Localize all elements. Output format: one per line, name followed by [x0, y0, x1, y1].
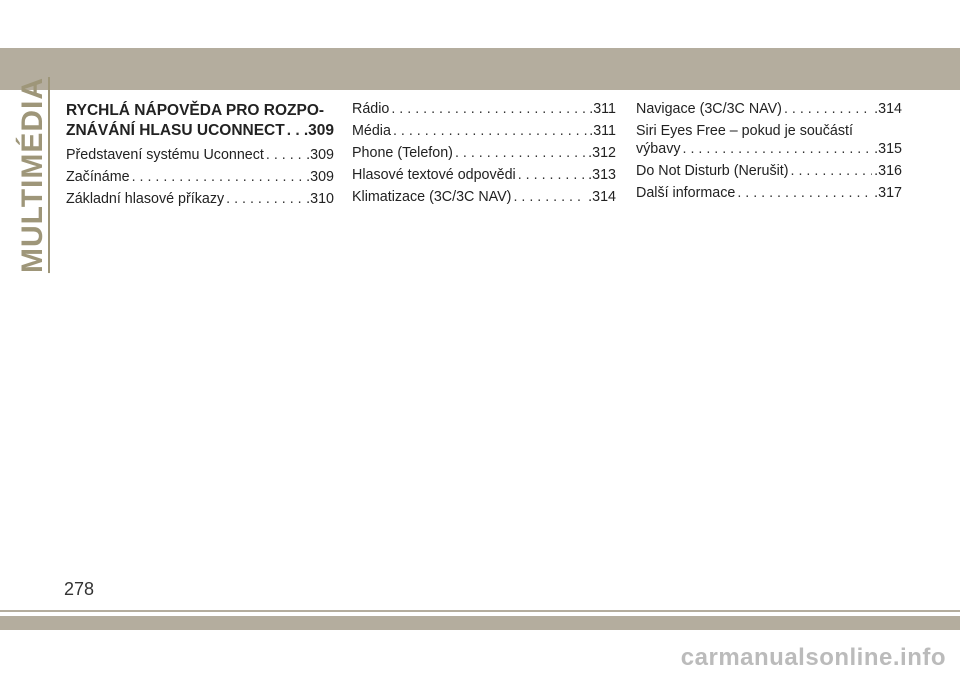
toc-heading[interactable]: RYCHLÁ NÁPOVĚDA PRO ROZPO- ZNÁVÁNÍ HLASU… — [66, 101, 334, 141]
toc-entry-page: .311 — [589, 123, 616, 139]
toc-entry[interactable]: Média .311 — [352, 122, 616, 140]
leader-dots — [513, 188, 586, 206]
toc-entry-label-line1: Siri Eyes Free – pokud je součástí — [636, 123, 853, 139]
toc-entry-page: .315 — [874, 141, 902, 157]
toc-entry-label: Rádio — [352, 101, 390, 117]
leader-dots — [266, 146, 304, 164]
toc-entry-page: .317 — [874, 185, 902, 201]
toc-entry-page: .312 — [588, 145, 616, 161]
toc-entry-page: .310 — [306, 191, 334, 207]
toc-heading-line2-row: ZNÁVÁNÍ HLASU UCONNECT .309 — [66, 121, 334, 141]
toc-entry-page: .314 — [588, 189, 616, 205]
toc-entry[interactable]: Rádio .311 — [352, 100, 616, 118]
leader-dots — [737, 184, 872, 202]
section-side-title: MULTIMÉDIA — [16, 76, 52, 274]
toc-entry-label: Základní hlasové příkazy — [66, 191, 225, 207]
toc-entry[interactable]: Další informace .317 — [636, 184, 902, 202]
leader-dots — [391, 100, 587, 118]
toc-entry-label: Do Not Disturb (Nerušit) — [636, 163, 789, 179]
toc-entry[interactable]: Představení systému Uconnect .309 — [66, 146, 334, 164]
toc-entry-line2-row: výbavy .315 — [636, 140, 902, 158]
toc-entry-page: .309 — [306, 169, 334, 185]
toc-column-3: Navigace (3C/3C NAV) .314 Siri Eyes Free… — [636, 100, 902, 206]
leader-dots — [791, 162, 873, 180]
page-number: 278 — [64, 579, 95, 599]
leader-dots — [132, 168, 305, 186]
side-title-text: MULTIMÉDIA — [16, 76, 50, 274]
toc-entry-label: Phone (Telefon) — [352, 145, 453, 161]
toc-entry-label: Média — [352, 123, 391, 139]
toc-entry-page: .311 — [589, 101, 616, 117]
toc-entry[interactable]: Siri Eyes Free – pokud je součástí výbav… — [636, 122, 902, 158]
top-band — [0, 48, 960, 90]
toc-entry-label: Navigace (3C/3C NAV) — [636, 101, 782, 117]
leader-dots — [226, 190, 304, 208]
leader-dots — [683, 140, 873, 158]
toc-entry[interactable]: Začínáme .309 — [66, 168, 334, 186]
bottom-band — [0, 616, 960, 630]
toc-entry-label: Další informace — [636, 185, 736, 201]
toc-entry-label: Hlasové textové odpovědi — [352, 167, 516, 183]
toc-entry[interactable]: Základní hlasové příkazy .310 — [66, 190, 334, 208]
toc-entry[interactable]: Navigace (3C/3C NAV) .314 — [636, 100, 902, 118]
toc-heading-line1: RYCHLÁ NÁPOVĚDA PRO ROZPO- — [66, 102, 325, 119]
toc-entry[interactable]: Klimatizace (3C/3C NAV) .314 — [352, 188, 616, 206]
toc-entry-page: .316 — [874, 163, 902, 179]
toc-entry-page: .314 — [874, 101, 902, 117]
toc-column-1: RYCHLÁ NÁPOVĚDA PRO ROZPO- ZNÁVÁNÍ HLASU… — [66, 100, 334, 212]
toc-entry-label: Představení systému Uconnect — [66, 147, 264, 163]
bottom-rule — [0, 610, 960, 612]
toc-entry-label: Klimatizace (3C/3C NAV) — [352, 189, 512, 205]
toc-entry[interactable]: Do Not Disturb (Nerušit) .316 — [636, 162, 902, 180]
toc-entry-page: .313 — [588, 167, 616, 183]
toc-heading-page: .309 — [303, 122, 334, 139]
watermark: carmanualsonline.info — [680, 644, 946, 671]
toc-entry-page: .309 — [306, 147, 334, 163]
leader-dots — [455, 144, 586, 162]
toc-entry[interactable]: Hlasové textové odpovědi .313 — [352, 166, 616, 184]
leader-dots — [518, 166, 586, 184]
leader-dots — [287, 121, 302, 141]
leader-dots — [784, 100, 872, 118]
toc-column-2: Rádio .311 Média .311 Phone (Telefon) .3… — [352, 100, 616, 210]
toc-entry[interactable]: Phone (Telefon) .312 — [352, 144, 616, 162]
toc-heading-line2: ZNÁVÁNÍ HLASU UCONNECT — [66, 122, 285, 139]
leader-dots — [393, 122, 587, 140]
toc-entry-label: výbavy — [636, 141, 681, 157]
toc-entry-label: Začínáme — [66, 169, 130, 185]
